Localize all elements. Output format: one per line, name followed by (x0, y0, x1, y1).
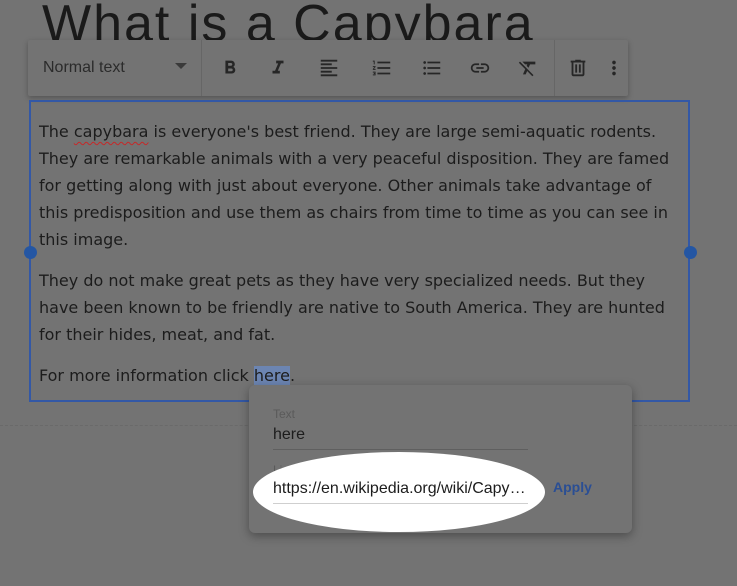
numbered-list-button[interactable] (356, 40, 408, 96)
bold-icon (225, 60, 236, 74)
insert-link-button[interactable] (456, 40, 504, 96)
selected-link-text[interactable]: here (253, 366, 290, 385)
text-toolbar: Normal text (28, 40, 628, 96)
delete-button[interactable] (555, 40, 601, 96)
paragraph-text: The (39, 122, 74, 141)
numbered-list-icon (372, 60, 391, 76)
bold-button[interactable] (206, 40, 254, 96)
link-icon (470, 63, 490, 73)
more-options-button[interactable] (601, 40, 627, 96)
text-block-editor[interactable]: The capybara is everyone's best friend. … (29, 100, 690, 402)
align-left-icon (320, 59, 338, 77)
more-vert-icon (612, 60, 616, 76)
paragraph-style-dropdown[interactable]: Normal text (28, 40, 201, 96)
bulleted-list-icon (423, 61, 441, 75)
apply-button[interactable]: Apply (553, 479, 592, 495)
paragraph-style-value: Normal text (43, 59, 125, 76)
caret-down-icon (175, 63, 187, 69)
toolbar-divider (201, 40, 202, 96)
clear-format-icon (518, 61, 536, 77)
text-field-label: Text (273, 407, 296, 421)
paragraph-2: They do not make great pets as they have… (39, 271, 665, 344)
resize-handle-right[interactable] (684, 246, 697, 259)
italic-icon (272, 60, 284, 74)
paragraph-text: is everyone's best friend. They are larg… (39, 122, 670, 249)
clear-formatting-button[interactable] (504, 40, 552, 96)
bulleted-list-button[interactable] (408, 40, 456, 96)
paragraph-text: . (289, 366, 296, 385)
delete-icon (570, 59, 586, 77)
resize-handle-left[interactable] (24, 246, 37, 259)
align-left-button[interactable] (302, 40, 356, 96)
paragraph-1: The capybara is everyone's best friend. … (39, 118, 680, 253)
paragraph-text: For more information click (39, 366, 254, 385)
misspelled-word[interactable]: capybara (74, 122, 149, 141)
link-url-input[interactable]: https://en.wikipedia.org/wiki/Capybara (273, 480, 528, 504)
link-text-input[interactable]: here (273, 426, 528, 450)
italic-button[interactable] (254, 40, 302, 96)
